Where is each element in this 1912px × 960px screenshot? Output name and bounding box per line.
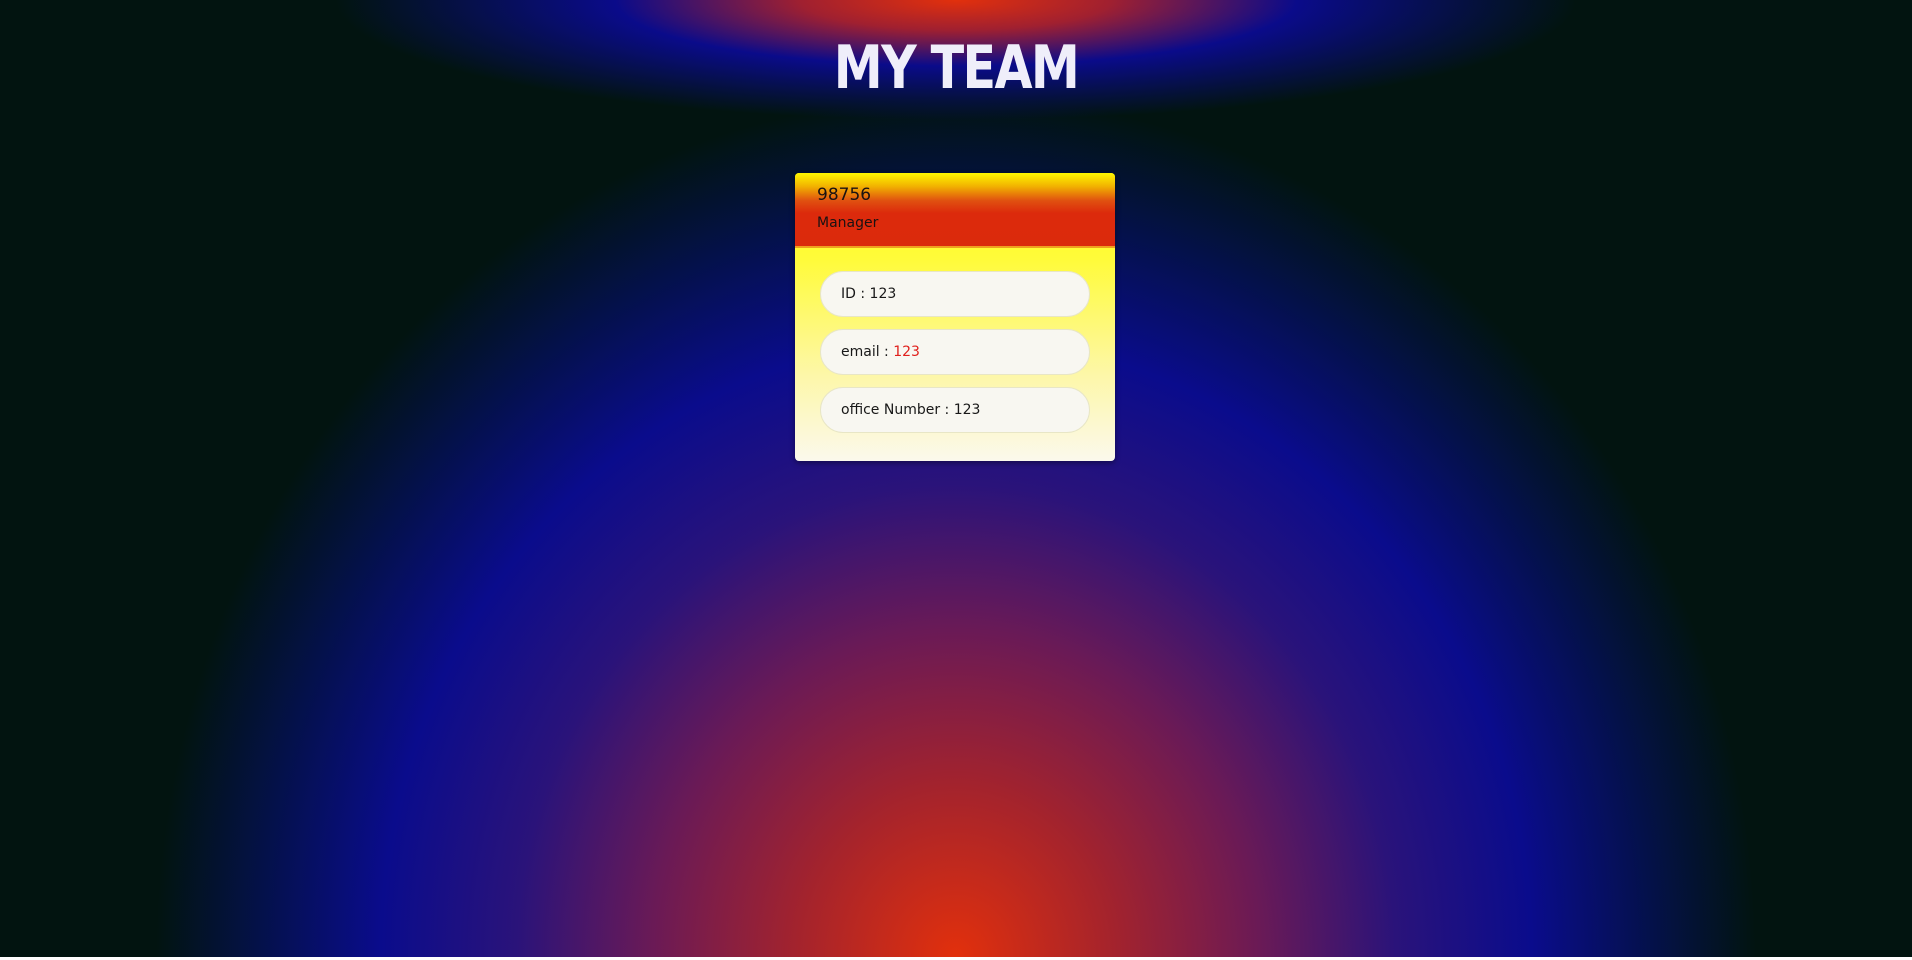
employee-role: Manager [817, 215, 879, 231]
id-value: 123 [869, 286, 897, 302]
employee-info-list: ID : 123 email : 123 office Number : 123 [820, 271, 1090, 445]
office-number-row: office Number : 123 [820, 387, 1090, 433]
email-link[interactable]: 123 [893, 344, 920, 360]
id-row: ID : 123 [820, 271, 1090, 317]
email-label: email : [841, 344, 894, 360]
card-header: 98756 Manager [795, 173, 1115, 248]
email-row: email : 123 [820, 329, 1090, 375]
office-number-value: 123 [953, 402, 981, 418]
employee-card: 98756 Manager ID : 123 email : 123 offic… [795, 173, 1115, 461]
id-label: ID : [841, 286, 870, 302]
employee-name: 98756 [817, 185, 872, 205]
page-title: MY TEAM [833, 33, 1080, 103]
page-background: MY TEAM 98756 Manager ID : 123 email : 1… [0, 0, 1912, 957]
office-number-label: office Number : [841, 402, 954, 418]
